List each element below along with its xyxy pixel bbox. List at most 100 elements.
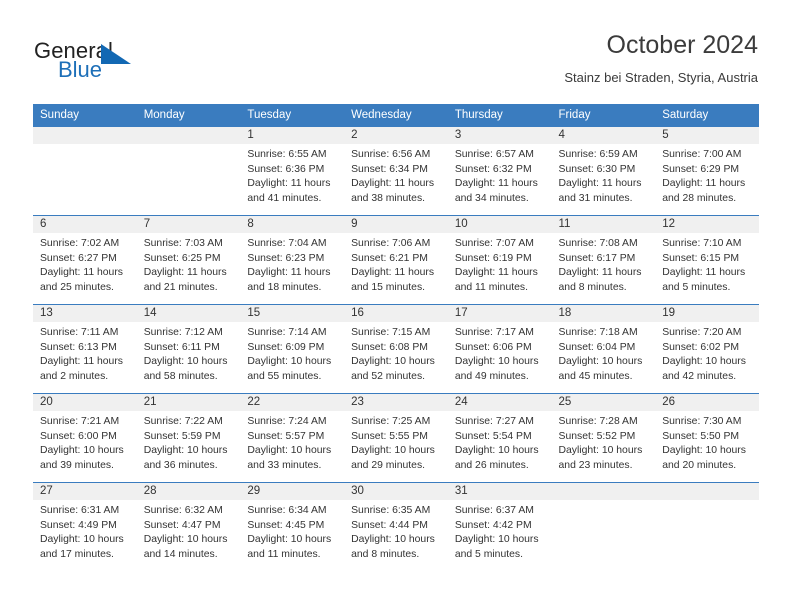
day-cell-inner: 5 Sunrise: 7:00 AM Sunset: 6:29 PM Daylight… — [655, 127, 759, 215]
calendar-day-cell[interactable]: 22 Sunrise: 7:24 AM Sunset: 5:57 PM Dayligh… — [240, 393, 345, 483]
calendar-day-cell[interactable]: 28 Sunrise: 6:32 AM Sunset: 4:47 PM Dayligh… — [136, 482, 241, 571]
calendar-day-cell[interactable]: 1 Sunrise: 6:55 AM Sunset: 6:36 PM Daylight… — [240, 127, 345, 216]
day-cell-inner: 20 Sunrise: 7:21 AM Sunset: 6:00 PM Dayligh… — [33, 394, 137, 482]
sunrise-text: Sunrise: 7:12 AM — [143, 327, 223, 338]
sunset-text: Sunset: 6:27 PM — [40, 252, 117, 264]
calendar-day-cell[interactable]: 24 Sunrise: 7:27 AM Sunset: 5:54 PM Dayligh… — [447, 393, 552, 483]
weekday-header-sunday: Sunday — [33, 104, 137, 127]
daylight-text: Daylight: 10 hours and 23 minutes. — [558, 445, 643, 471]
day-details: Sunrise: 6:37 AM Sunset: 4:42 PM Daylight:… — [448, 500, 552, 562]
sunset-text: Sunset: 6:04 PM — [558, 341, 636, 353]
sunrise-text: Sunrise: 7:30 AM — [662, 416, 742, 427]
sunrise-text: Sunrise: 7:27 AM — [454, 416, 534, 427]
day-number: 25 — [551, 394, 656, 411]
day-details: Sunrise: 7:27 AM Sunset: 5:54 PM Daylight:… — [448, 411, 552, 473]
day-cell-inner: 14 Sunrise: 7:12 AM Sunset: 6:11 PM Dayligh… — [136, 305, 241, 393]
daylight-text: Daylight: 10 hours and 42 minutes. — [662, 356, 746, 382]
daylight-text: Daylight: 11 hours and 21 minutes. — [143, 267, 227, 293]
day-details: Sunrise: 7:07 AM Sunset: 6:19 PM Daylight:… — [448, 233, 552, 295]
calendar-day-cell[interactable]: 20 Sunrise: 7:21 AM Sunset: 6:00 PM Dayligh… — [33, 393, 137, 483]
calendar-day-cell[interactable]: 30 Sunrise: 6:35 AM Sunset: 4:44 PM Dayligh… — [344, 482, 448, 571]
calendar-day-cell[interactable]: 31 Sunrise: 6:37 AM Sunset: 4:42 PM Dayligh… — [447, 482, 552, 571]
daylight-text: Daylight: 11 hours and 38 minutes. — [351, 178, 435, 204]
daylight-text: Daylight: 11 hours and 31 minutes. — [558, 178, 642, 204]
day-number: 23 — [344, 394, 448, 411]
sunset-text: Sunset: 4:47 PM — [143, 519, 221, 531]
day-number — [136, 127, 241, 144]
calendar-day-cell[interactable]: 5 Sunrise: 7:00 AM Sunset: 6:29 PM Daylight… — [655, 127, 759, 216]
calendar-day-cell[interactable]: 27 Sunrise: 6:31 AM Sunset: 4:49 PM Dayligh… — [33, 482, 137, 571]
day-number: 21 — [136, 394, 241, 411]
sunrise-text: Sunrise: 6:57 AM — [454, 149, 534, 160]
day-cell-inner: 3 Sunrise: 6:57 AM Sunset: 6:32 PM Daylight… — [447, 127, 552, 215]
calendar-day-cell[interactable]: 14 Sunrise: 7:12 AM Sunset: 6:11 PM Dayligh… — [136, 304, 241, 394]
day-cell-inner: 18 Sunrise: 7:18 AM Sunset: 6:04 PM Dayligh… — [551, 305, 656, 393]
day-cell-inner: 21 Sunrise: 7:22 AM Sunset: 5:59 PM Dayligh… — [136, 394, 241, 482]
sunrise-text: Sunrise: 7:06 AM — [351, 238, 431, 249]
day-cell-inner: 23 Sunrise: 7:25 AM Sunset: 5:55 PM Dayligh… — [344, 394, 448, 482]
calendar-day-cell[interactable]: 4 Sunrise: 6:59 AM Sunset: 6:30 PM Daylight… — [551, 127, 656, 216]
sunrise-text: Sunrise: 6:35 AM — [351, 505, 431, 516]
calendar-day-cell[interactable]: 8 Sunrise: 7:04 AM Sunset: 6:23 PM Daylight… — [240, 215, 345, 305]
sunset-text: Sunset: 6:13 PM — [40, 341, 117, 353]
calendar-day-cell[interactable]: 15 Sunrise: 7:14 AM Sunset: 6:09 PM Dayligh… — [240, 304, 345, 394]
day-details: Sunrise: 7:21 AM Sunset: 6:00 PM Daylight:… — [33, 411, 137, 473]
calendar-day-cell[interactable]: 26 Sunrise: 7:30 AM Sunset: 5:50 PM Dayligh… — [655, 393, 759, 483]
sunset-text: Sunset: 6:25 PM — [143, 252, 221, 264]
day-number: 15 — [240, 305, 345, 322]
day-details: Sunrise: 7:00 AM Sunset: 6:29 PM Daylight:… — [655, 144, 759, 206]
calendar-day-cell[interactable]: 29 Sunrise: 6:34 AM Sunset: 4:45 PM Dayligh… — [240, 482, 345, 571]
sunset-text: Sunset: 6:08 PM — [351, 341, 428, 353]
day-details: Sunrise: 6:55 AM Sunset: 6:36 PM Daylight:… — [240, 144, 344, 206]
day-cell-inner: 2 Sunrise: 6:56 AM Sunset: 6:34 PM Daylight… — [344, 127, 448, 215]
calendar-day-cell[interactable]: 3 Sunrise: 6:57 AM Sunset: 6:32 PM Daylight… — [447, 127, 552, 216]
day-details: Sunrise: 7:24 AM Sunset: 5:57 PM Daylight:… — [240, 411, 344, 473]
day-cell-inner: 9 Sunrise: 7:06 AM Sunset: 6:21 PM Daylight… — [344, 216, 448, 304]
day-number — [551, 483, 656, 500]
calendar-day-cell-empty — [136, 127, 241, 216]
sunrise-text: Sunrise: 7:02 AM — [40, 238, 120, 249]
calendar-day-cell[interactable]: 19 Sunrise: 7:20 AM Sunset: 6:02 PM Dayligh… — [655, 304, 759, 394]
day-cell-inner: 13 Sunrise: 7:11 AM Sunset: 6:13 PM Dayligh… — [33, 305, 137, 393]
calendar-day-cell[interactable]: 7 Sunrise: 7:03 AM Sunset: 6:25 PM Daylight… — [136, 215, 241, 305]
day-number: 19 — [655, 305, 759, 322]
day-number: 18 — [551, 305, 656, 322]
calendar-day-cell[interactable]: 9 Sunrise: 7:06 AM Sunset: 6:21 PM Daylight… — [344, 215, 448, 305]
daylight-text: Daylight: 11 hours and 41 minutes. — [247, 178, 331, 204]
calendar-day-cell[interactable]: 2 Sunrise: 6:56 AM Sunset: 6:34 PM Daylight… — [344, 127, 448, 216]
calendar-day-cell[interactable]: 23 Sunrise: 7:25 AM Sunset: 5:55 PM Dayligh… — [344, 393, 448, 483]
calendar-day-cell[interactable]: 17 Sunrise: 7:17 AM Sunset: 6:06 PM Dayligh… — [447, 304, 552, 394]
day-details: Sunrise: 6:31 AM Sunset: 4:49 PM Daylight:… — [33, 500, 137, 562]
calendar-day-cell[interactable]: 6 Sunrise: 7:02 AM Sunset: 6:27 PM Daylight… — [33, 215, 137, 305]
calendar-day-cell[interactable]: 10 Sunrise: 7:07 AM Sunset: 6:19 PM Dayligh… — [447, 215, 552, 305]
calendar-day-cell[interactable]: 21 Sunrise: 7:22 AM Sunset: 5:59 PM Dayligh… — [136, 393, 241, 483]
daylight-text: Daylight: 10 hours and 58 minutes. — [143, 356, 228, 382]
calendar-week-row: 27 Sunrise: 6:31 AM Sunset: 4:49 PM Dayligh… — [33, 482, 759, 571]
page-subtitle: Stainz bei Straden, Styria, Austria — [564, 70, 758, 85]
day-number: 31 — [447, 483, 552, 500]
sunset-text: Sunset: 6:17 PM — [558, 252, 636, 264]
calendar-day-cell[interactable]: 25 Sunrise: 7:28 AM Sunset: 5:52 PM Dayligh… — [551, 393, 656, 483]
day-details: Sunrise: 6:32 AM Sunset: 4:47 PM Daylight:… — [137, 500, 241, 562]
sunrise-text: Sunrise: 7:14 AM — [247, 327, 327, 338]
day-cell-inner — [136, 127, 241, 215]
sunrise-text: Sunrise: 7:24 AM — [247, 416, 327, 427]
day-number: 28 — [136, 483, 241, 500]
calendar-day-cell[interactable]: 12 Sunrise: 7:10 AM Sunset: 6:15 PM Dayligh… — [655, 215, 759, 305]
daylight-text: Daylight: 10 hours and 45 minutes. — [558, 356, 643, 382]
general-blue-logo[interactable]: General Blue — [34, 38, 214, 86]
calendar-day-cell[interactable]: 11 Sunrise: 7:08 AM Sunset: 6:17 PM Dayligh… — [551, 215, 656, 305]
calendar-day-cell[interactable]: 16 Sunrise: 7:15 AM Sunset: 6:08 PM Dayligh… — [344, 304, 448, 394]
day-cell-inner: 1 Sunrise: 6:55 AM Sunset: 6:36 PM Daylight… — [240, 127, 345, 215]
calendar-day-cell[interactable]: 18 Sunrise: 7:18 AM Sunset: 6:04 PM Dayligh… — [551, 304, 656, 394]
day-cell-inner: 26 Sunrise: 7:30 AM Sunset: 5:50 PM Dayligh… — [655, 394, 759, 482]
sunset-text: Sunset: 6:00 PM — [40, 430, 117, 442]
sunrise-text: Sunrise: 7:08 AM — [558, 238, 638, 249]
day-details: Sunrise: 7:20 AM Sunset: 6:02 PM Daylight:… — [655, 322, 759, 384]
day-number: 10 — [447, 216, 552, 233]
day-details: Sunrise: 7:25 AM Sunset: 5:55 PM Daylight:… — [344, 411, 448, 473]
day-details: Sunrise: 7:11 AM Sunset: 6:13 PM Daylight:… — [33, 322, 137, 384]
calendar-day-cell[interactable]: 13 Sunrise: 7:11 AM Sunset: 6:13 PM Dayligh… — [33, 304, 137, 394]
daylight-text: Daylight: 10 hours and 39 minutes. — [40, 445, 124, 471]
day-number: 8 — [240, 216, 345, 233]
